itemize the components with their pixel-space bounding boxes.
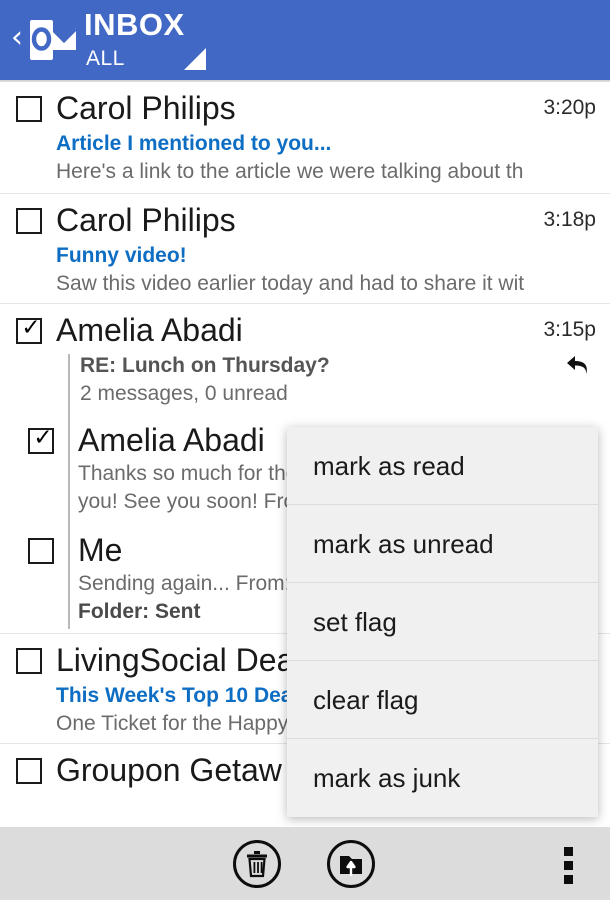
email-preview: One Ticket for the Happy [56,710,288,738]
email-subject[interactable]: This Week's Top 10 Deals [56,682,310,710]
menu-item-mark-as-read[interactable]: mark as read [287,427,598,505]
email-preview: you! See you soon! Fro [78,488,295,516]
reply-arrow-icon[interactable] [562,350,594,380]
sender-name: Groupon Getaw [56,748,282,792]
email-subject[interactable]: Funny video! [56,242,187,270]
inbox-filter-label[interactable]: ALL [86,46,125,72]
email-app-screen: ‹ INBOX ALL Carol Philips 3:20p Article … [0,0,610,900]
outlook-logo-icon[interactable] [30,18,78,62]
thread-indent-line [68,414,70,524]
thread-subject: RE: Lunch on Thursday? [80,352,330,380]
email-preview: Here's a link to the article we were tal… [56,158,523,186]
thread-indent-line [68,524,70,629]
email-preview: Sending again... From: [78,570,290,598]
filter-dropdown-caret-icon[interactable] [184,48,206,70]
select-checkbox[interactable] [28,538,54,564]
menu-item-clear-flag[interactable]: clear flag [287,661,598,739]
select-checkbox[interactable] [16,96,42,122]
list-item[interactable]: Carol Philips 3:20p Article I mentioned … [0,82,610,194]
select-checkbox[interactable]: ✓ [16,318,42,344]
app-header: ‹ INBOX ALL [0,0,610,80]
sender-name: Carol Philips [56,198,236,242]
list-item-thread[interactable]: ✓ Amelia Abadi 3:15p RE: Lunch on Thursd… [0,304,610,414]
timestamp: 3:20p [543,95,596,121]
move-to-folder-button[interactable] [327,840,375,888]
sender-name: Amelia Abadi [56,308,243,352]
trash-icon [236,843,278,885]
checkbox-tick-icon [20,205,42,227]
list-item[interactable]: Carol Philips 3:18p Funny video! Saw thi… [0,194,610,304]
menu-item-mark-as-junk[interactable]: mark as junk [287,739,598,817]
checkbox-tick-icon [32,535,54,557]
sender-name: Carol Philips [56,86,236,130]
sender-name: Amelia Abadi [78,418,265,462]
checkbox-tick-icon [20,755,42,777]
email-folder-label: Folder: Sent [78,598,201,626]
sender-name: LivingSocial Dea [56,638,294,682]
select-checkbox[interactable] [16,208,42,234]
select-checkbox[interactable] [16,758,42,784]
bottom-toolbar [0,827,610,900]
delete-button[interactable] [233,840,281,888]
email-subject[interactable]: Article I mentioned to you... [56,130,331,158]
sender-name: Me [78,528,122,572]
select-checkbox[interactable]: ✓ [28,428,54,454]
overflow-dot [564,861,573,870]
timestamp: 3:15p [543,317,596,343]
checkbox-tick-icon [20,645,42,667]
context-menu[interactable]: mark as read mark as unread set flag cle… [287,427,598,817]
overflow-dot [564,875,573,884]
move-to-folder-icon [330,843,372,885]
menu-item-mark-as-unread[interactable]: mark as unread [287,505,598,583]
select-checkbox[interactable] [16,648,42,674]
email-preview: Thanks so much for the [78,460,297,488]
overflow-dot [564,847,573,856]
back-chevron-icon[interactable]: ‹ [6,18,28,58]
email-preview: Saw this video earlier today and had to … [56,270,524,298]
checkbox-tick-icon: ✓ [20,315,42,337]
checkbox-tick-icon: ✓ [32,425,54,447]
menu-item-set-flag[interactable]: set flag [287,583,598,661]
timestamp: 3:18p [543,207,596,233]
checkbox-tick-icon [20,93,42,115]
overflow-menu-button[interactable] [564,847,574,883]
page-title: INBOX [84,6,185,44]
thread-message-count: 2 messages, 0 unread [80,380,288,408]
thread-indent-line [68,354,70,414]
